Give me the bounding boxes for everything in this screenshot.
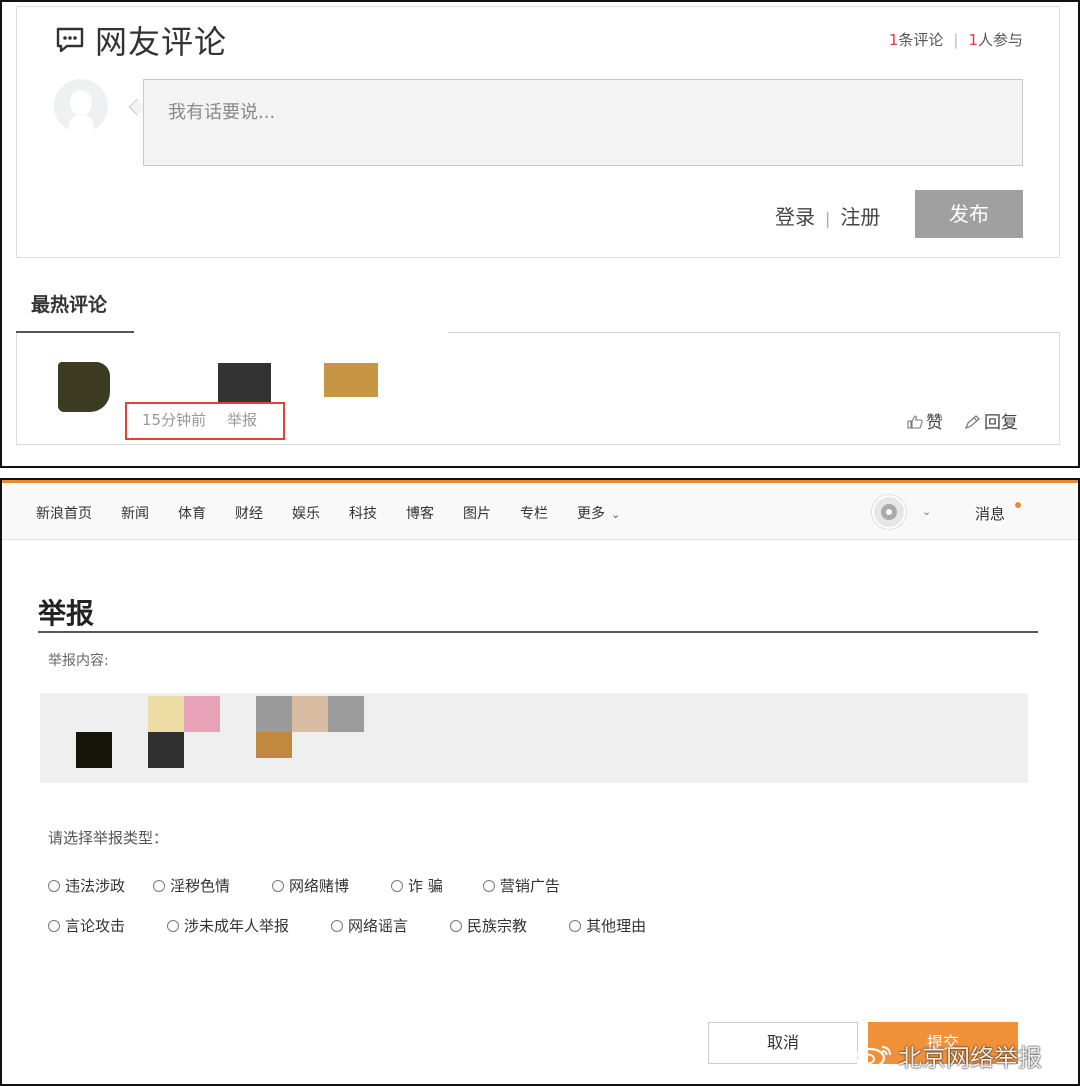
censored-block	[328, 696, 364, 732]
censored-block	[148, 732, 184, 768]
radio-gambling[interactable]: 网络赌博	[272, 875, 349, 896]
nav-more[interactable]: 更多 ⌄	[577, 503, 620, 523]
radio-icon[interactable]	[48, 919, 60, 932]
page-title: 举报	[38, 597, 95, 630]
censored-avatar	[58, 362, 110, 412]
report-type-row: 言论攻击 涉未成年人举报 网络谣言 民族宗教 其他理由	[48, 915, 646, 936]
nav-columns[interactable]: 专栏	[520, 503, 548, 523]
like-button[interactable]: 赞	[907, 408, 943, 433]
comments-title: 网友评论	[95, 23, 228, 61]
censored-block	[292, 696, 328, 732]
nav-photos[interactable]: 图片	[463, 503, 491, 523]
avatar-pupil	[886, 509, 892, 515]
comment-count-label[interactable]: 条评论	[898, 31, 943, 49]
report-content-label: 举报内容:	[48, 653, 109, 669]
radio-label: 淫秽色情	[170, 877, 231, 895]
cancel-button[interactable]: 取消	[708, 1022, 858, 1064]
censored-block	[256, 696, 292, 732]
radio-icon[interactable]	[153, 879, 166, 892]
report-link[interactable]: 举报	[227, 409, 257, 430]
publish-button[interactable]: 发布	[915, 190, 1023, 238]
radio-label: 民族宗教	[467, 917, 528, 935]
radio-label: 其他理由	[586, 917, 647, 935]
comments-panel: 网友评论 1条评论|1人参与 登录|注册 发布 最热评论 15分钟前 举报 赞	[0, 0, 1080, 468]
thumbs-up-icon	[907, 415, 923, 429]
register-link[interactable]: 注册	[840, 205, 880, 229]
auth-links: 登录 | 注册	[775, 201, 880, 230]
radio-fraud[interactable]: 诈 骗	[391, 875, 443, 896]
radio-illegal-politics[interactable]: 违法涉政	[48, 875, 125, 896]
report-panel: 新浪首页 新闻 体育 财经 娱乐 科技 博客 图片 专栏 更多 ⌄ ⌄ 消息 举报…	[0, 478, 1080, 1086]
radio-icon[interactable]	[272, 879, 285, 892]
nav-news[interactable]: 新闻	[121, 503, 149, 523]
participant-count: 1	[968, 31, 978, 49]
comment-count: 1	[888, 31, 899, 49]
comment-stats: 1条评论 | 1人参与	[889, 29, 1023, 50]
nav-entertainment[interactable]: 娱乐	[292, 503, 320, 523]
participant-count-label[interactable]: 人参与	[978, 31, 1023, 49]
nav-finance[interactable]: 财经	[235, 503, 263, 523]
radio-label: 诈 骗	[408, 877, 443, 895]
report-type-label: 请选择举报类型：	[48, 829, 169, 847]
weibo-logo-icon	[854, 1045, 891, 1068]
comment-input[interactable]	[143, 79, 1023, 166]
radio-ethnicity-religion[interactable]: 民族宗教	[450, 915, 527, 936]
nav-tech[interactable]: 科技	[349, 503, 377, 523]
notification-dot	[1014, 501, 1022, 509]
stats-separator: |	[953, 31, 959, 49]
watermark: 北京网络举报	[854, 1038, 1042, 1073]
nav-more-label: 更多	[577, 506, 605, 522]
login-link[interactable]: 登录	[775, 205, 815, 229]
radio-label: 言论攻击	[65, 917, 126, 935]
radio-icon[interactable]	[391, 879, 404, 892]
comment-compose-box: 网友评论 1条评论|1人参与 登录|注册 发布	[16, 6, 1060, 258]
radio-icon[interactable]	[167, 919, 180, 932]
comment-actions: 赞 回复	[907, 408, 1018, 433]
report-type-row: 违法涉政 淫秽色情 网络赌博 诈 骗 营销广告	[48, 875, 560, 896]
radio-rumors[interactable]: 网络谣言	[331, 915, 408, 936]
radio-icon[interactable]	[48, 879, 60, 892]
radio-verbal-attack[interactable]: 言论攻击	[48, 915, 125, 936]
nav-blog[interactable]: 博客	[406, 503, 434, 523]
radio-label: 网络谣言	[348, 917, 409, 935]
censored-block	[148, 696, 184, 732]
main-nav: 新浪首页 新闻 体育 财经 娱乐 科技 博客 图片 专栏 更多 ⌄	[36, 503, 649, 523]
reply-label: 回复	[984, 413, 1018, 433]
messages-link[interactable]: 消息	[975, 503, 1005, 524]
radio-icon[interactable]	[331, 919, 344, 932]
default-avatar	[54, 79, 108, 133]
watermark-text: 北京网络举报	[898, 1044, 1042, 1072]
radio-label: 营销广告	[499, 877, 560, 895]
divider	[38, 631, 1038, 633]
censored-block	[218, 363, 271, 403]
censored-block	[256, 732, 292, 758]
reply-button[interactable]: 回复	[964, 408, 1018, 433]
radio-icon[interactable]	[569, 919, 582, 932]
like-label: 赞	[926, 413, 943, 433]
nav-sports[interactable]: 体育	[178, 503, 206, 523]
reply-icon	[964, 415, 980, 430]
radio-minors[interactable]: 涉未成年人举报	[167, 915, 289, 936]
radio-icon[interactable]	[482, 879, 495, 892]
user-avatar[interactable]	[872, 495, 906, 529]
censored-block	[76, 732, 112, 768]
comment-time: 15分钟前	[142, 411, 207, 429]
comment-icon	[56, 27, 84, 53]
censored-block	[324, 363, 378, 397]
radio-marketing-ads[interactable]: 营销广告	[482, 875, 560, 896]
radio-label: 涉未成年人举报	[184, 917, 290, 935]
hot-comments-heading[interactable]: 最热评论	[31, 290, 107, 317]
auth-separator: |	[825, 209, 831, 228]
radio-pornography[interactable]: 淫秽色情	[153, 875, 230, 896]
radio-label: 网络赌博	[289, 877, 350, 895]
radio-icon[interactable]	[450, 919, 463, 932]
chevron-down-icon: ⌄	[611, 508, 621, 521]
chevron-down-icon[interactable]: ⌄	[922, 505, 931, 518]
censored-block	[184, 696, 220, 732]
report-content-box	[40, 693, 1028, 783]
radio-label: 违法涉政	[65, 877, 126, 895]
nav-home[interactable]: 新浪首页	[36, 503, 92, 523]
top-nav-bar: 新浪首页 新闻 体育 财经 娱乐 科技 博客 图片 专栏 更多 ⌄ ⌄ 消息	[2, 480, 1078, 540]
radio-other[interactable]: 其他理由	[569, 915, 646, 936]
